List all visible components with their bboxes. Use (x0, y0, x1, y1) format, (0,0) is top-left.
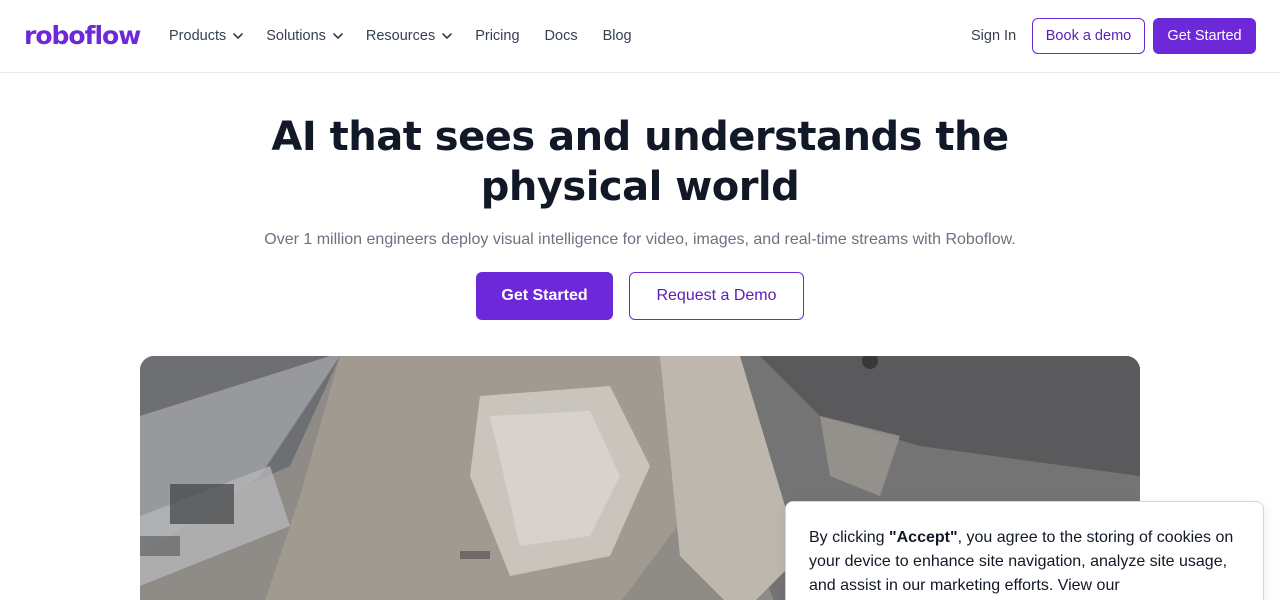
header-get-started-button[interactable]: Get Started (1153, 18, 1256, 54)
nav-docs[interactable]: Docs (545, 24, 578, 48)
nav-blog[interactable]: Blog (603, 24, 632, 48)
book-demo-button[interactable]: Book a demo (1032, 18, 1145, 54)
hero-title: AI that sees and understands the physica… (240, 112, 1040, 212)
chevron-down-icon (442, 33, 453, 39)
main-nav: Products Solutions Resources Pricing Doc… (169, 24, 657, 48)
nav-solutions-label: Solutions (266, 28, 326, 44)
nav-solutions[interactable]: Solutions (266, 24, 344, 48)
hero-title-line2: physical world (480, 164, 800, 210)
cookie-banner: By clicking "Accept", you agree to the s… (785, 501, 1264, 600)
nav-products[interactable]: Products (169, 24, 244, 48)
nav-products-label: Products (169, 28, 227, 44)
nav-blog-label: Blog (602, 28, 632, 44)
chevron-down-icon (333, 33, 343, 39)
cookie-message: By clicking "Accept", you agree to the s… (809, 526, 1240, 598)
request-demo-button[interactable]: Request a Demo (629, 272, 804, 320)
hero-title-line1: AI that sees and understands the (271, 114, 1009, 160)
nav-pricing[interactable]: Pricing (475, 24, 519, 48)
hero-subtitle: Over 1 million engineers deploy visual i… (264, 231, 1016, 248)
nav-docs-label: Docs (544, 28, 578, 44)
chevron-down-icon (233, 33, 244, 39)
roboflow-logo[interactable]: roboflow (24, 20, 141, 52)
cookie-accept-word: "Accept" (889, 529, 958, 546)
cookie-prefix: By clicking (809, 529, 890, 546)
nav-resources-label: Resources (365, 28, 436, 44)
sign-in-link[interactable]: Sign In (971, 24, 1016, 48)
nav-pricing-label: Pricing (475, 28, 520, 44)
hero-get-started-button[interactable]: Get Started (476, 272, 613, 320)
nav-resources[interactable]: Resources (366, 24, 453, 48)
site-header: roboflow Products Solutions Resources Pr… (0, 0, 1280, 73)
